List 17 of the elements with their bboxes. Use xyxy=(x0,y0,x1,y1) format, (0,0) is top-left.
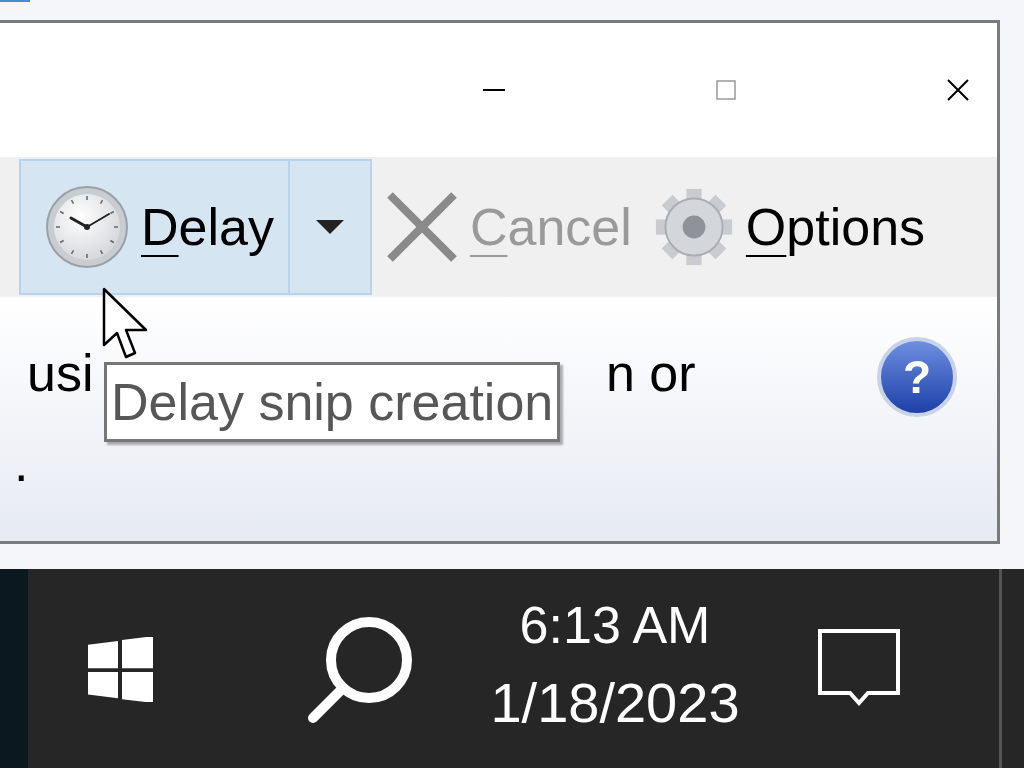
tooltip: Delay snip creation xyxy=(104,362,561,442)
windows-start-icon[interactable] xyxy=(88,637,153,702)
dropdown-caret-icon[interactable] xyxy=(315,220,344,234)
highlighted-toolbar-button[interactable]: Delay xyxy=(19,159,372,295)
toolbar-button[interactable]: Options xyxy=(639,159,934,295)
body-text: n or xyxy=(606,347,696,399)
body-text: usi xyxy=(27,347,94,399)
help-button[interactable]: ? xyxy=(877,337,957,417)
toolbar-button[interactable]: Delay xyxy=(21,161,288,293)
body-text: . xyxy=(14,437,29,489)
clock-time: 6:13 AM xyxy=(519,599,711,651)
clock-icon xyxy=(45,185,129,269)
search-icon[interactable] xyxy=(305,616,415,726)
clock-date: 1/18/2023 xyxy=(490,675,740,731)
close-icon[interactable] xyxy=(947,79,969,101)
minimize-icon[interactable] xyxy=(483,88,505,92)
cross-icon xyxy=(385,191,458,263)
